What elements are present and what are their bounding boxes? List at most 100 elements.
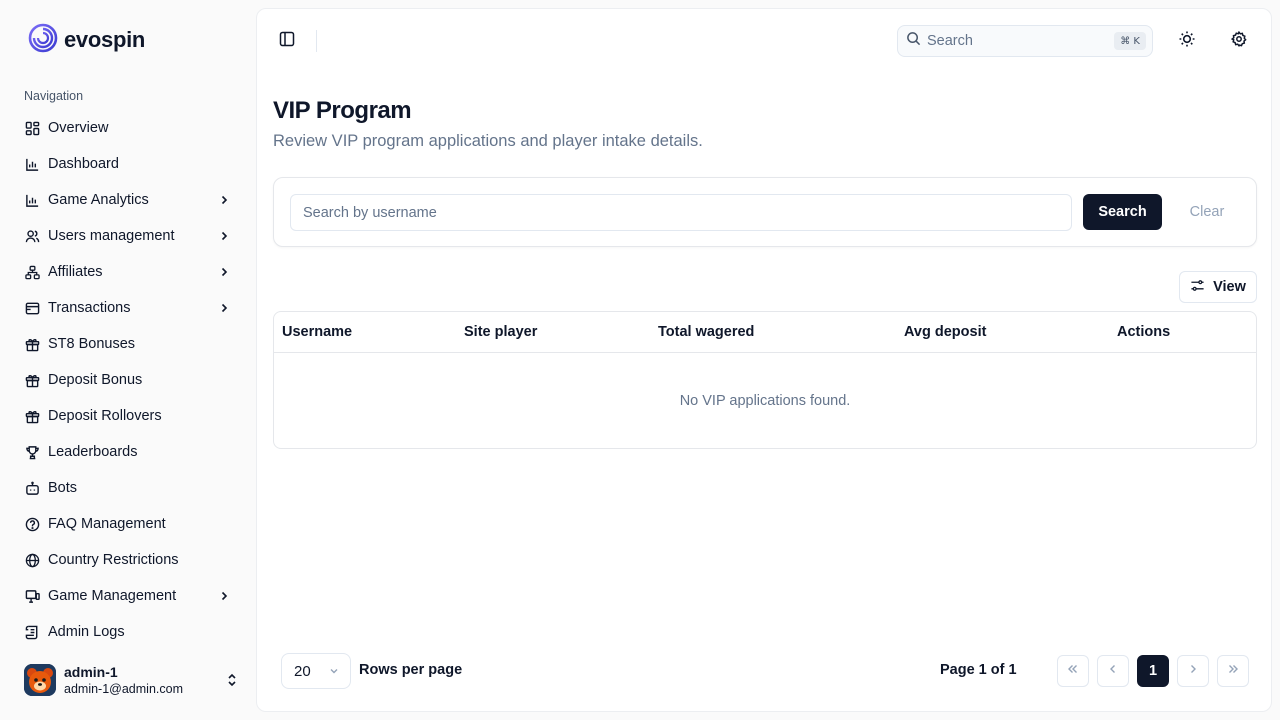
sidebar-item-label: Users management: [48, 228, 175, 244]
sidebar-item-affiliates[interactable]: Affiliates: [16, 254, 240, 290]
sidebar-item-game-management[interactable]: Game Management: [16, 578, 240, 614]
user-menu[interactable]: admin-1 admin-1@admin.com: [24, 662, 240, 698]
column-header-avg-deposit[interactable]: Avg deposit: [904, 324, 986, 340]
sliders-icon: [1190, 278, 1205, 297]
chevron-right-icon: [216, 228, 232, 244]
column-header-actions: Actions: [1117, 324, 1171, 340]
chevron-right-icon: [1186, 662, 1200, 681]
sidebar-item-label: Leaderboards: [48, 444, 138, 460]
theme-toggle-button[interactable]: [1173, 27, 1201, 55]
evospin-logo-icon: [28, 23, 58, 58]
sidebar-item-label: FAQ Management: [48, 516, 166, 532]
gift-icon: [24, 336, 40, 352]
brand-logo[interactable]: evospin: [28, 23, 146, 54]
column-header-username[interactable]: Username: [282, 324, 352, 340]
global-search-placeholder: Search: [927, 33, 973, 49]
page-button-current[interactable]: 1: [1137, 655, 1169, 687]
gear-icon: [1230, 30, 1247, 52]
search-shortcut: ⌘ K: [1114, 32, 1146, 50]
gift-icon: [24, 408, 40, 424]
sidebar-item-label: Country Restrictions: [48, 552, 179, 568]
scroll-icon: [24, 624, 40, 640]
sidebar-item-faq-management[interactable]: FAQ Management: [16, 506, 240, 542]
column-header-total-wagered[interactable]: Total wagered: [658, 324, 754, 340]
sidebar-item-users-management[interactable]: Users management: [16, 218, 240, 254]
sidebar-item-admin-logs[interactable]: Admin Logs: [16, 614, 240, 650]
vip-applications-table: Username Site player Total wagered Avg d…: [273, 311, 1257, 449]
sidebar-item-label: Transactions: [48, 300, 131, 316]
username-search-input[interactable]: [290, 194, 1072, 231]
chevron-right-icon: [216, 264, 232, 280]
network-icon: [24, 264, 40, 280]
bar-chart-icon: [24, 156, 40, 172]
main-panel: Search ⌘ K VIP Program Review VIP progra…: [256, 8, 1272, 712]
chevron-down-icon: [328, 665, 340, 677]
sidebar-item-deposit-rollovers[interactable]: Deposit Rollovers: [16, 398, 240, 434]
globe-icon: [24, 552, 40, 568]
sidebar-item-overview[interactable]: Overview: [16, 110, 240, 146]
chevron-right-icon: [216, 588, 232, 604]
chevron-left-icon: [1106, 662, 1120, 681]
page-title: VIP Program: [273, 97, 412, 124]
rows-per-page-select[interactable]: 20: [281, 653, 351, 689]
nav-list: Overview Dashboard Game Analytics Users …: [16, 110, 240, 650]
sidebar-item-label: ST8 Bonuses: [48, 336, 136, 352]
sidebar-toggle-button[interactable]: [273, 27, 301, 55]
chevrons-up-down-icon: [224, 672, 240, 688]
bar-chart-icon: [24, 192, 40, 208]
page-info: Page 1 of 1: [940, 662, 1017, 678]
rows-per-page-value: 20: [294, 662, 311, 680]
last-page-button[interactable]: [1217, 655, 1249, 687]
nav-heading: Navigation: [24, 89, 84, 103]
first-page-button[interactable]: [1057, 655, 1089, 687]
sidebar: evospin Navigation Overview Dashboard Ga…: [0, 0, 256, 720]
page-subtitle: Review VIP program applications and play…: [273, 132, 703, 150]
sun-icon: [1178, 30, 1196, 53]
brand-name: evospin: [64, 27, 146, 52]
sidebar-item-label: Dashboard: [48, 156, 119, 172]
sidebar-item-label: Game Analytics: [48, 192, 149, 208]
sidebar-item-label: Game Management: [48, 588, 177, 604]
settings-button[interactable]: [1225, 27, 1253, 55]
column-header-site-player[interactable]: Site player: [464, 324, 537, 340]
sidebar-item-st8-bonuses[interactable]: ST8 Bonuses: [16, 326, 240, 362]
previous-page-button[interactable]: [1097, 655, 1129, 687]
search-icon: [906, 31, 921, 51]
wallet-icon: [24, 300, 40, 316]
bot-icon: [24, 480, 40, 496]
chevrons-right-icon: [1226, 662, 1240, 681]
panel-left-icon: [279, 31, 295, 52]
user-info: admin-1 admin-1@admin.com: [64, 664, 224, 697]
chevron-right-icon: [216, 300, 232, 316]
filter-card: Search Clear: [273, 177, 1257, 247]
sidebar-item-transactions[interactable]: Transactions: [16, 290, 240, 326]
sidebar-item-country-restrictions[interactable]: Country Restrictions: [16, 542, 240, 578]
sidebar-item-leaderboards[interactable]: Leaderboards: [16, 434, 240, 470]
monitor-icon: [24, 588, 40, 604]
search-button[interactable]: Search: [1083, 194, 1162, 230]
sidebar-item-label: Deposit Rollovers: [48, 408, 162, 424]
sidebar-item-game-analytics[interactable]: Game Analytics: [16, 182, 240, 218]
sidebar-item-label: Bots: [48, 480, 78, 496]
rows-per-page-label: Rows per page: [359, 662, 463, 678]
clear-button[interactable]: Clear: [1172, 194, 1242, 230]
view-options-label: View: [1213, 279, 1246, 295]
header-divider: [316, 30, 317, 52]
chevron-right-icon: [216, 192, 232, 208]
users-icon: [24, 228, 40, 244]
global-search[interactable]: Search ⌘ K: [897, 25, 1153, 57]
view-options-button[interactable]: View: [1179, 271, 1257, 303]
sidebar-item-dashboard[interactable]: Dashboard: [16, 146, 240, 182]
sidebar-item-label: Admin Logs: [48, 624, 125, 640]
empty-state-message: No VIP applications found.: [679, 392, 851, 409]
sidebar-item-label: Affiliates: [48, 264, 103, 280]
grid-icon: [24, 120, 40, 136]
sidebar-item-label: Overview: [48, 120, 109, 136]
avatar: [24, 664, 56, 696]
user-email: admin-1@admin.com: [64, 681, 183, 696]
table-header: Username Site player Total wagered Avg d…: [274, 312, 1256, 353]
next-page-button[interactable]: [1177, 655, 1209, 687]
sidebar-item-deposit-bonus[interactable]: Deposit Bonus: [16, 362, 240, 398]
sidebar-item-bots[interactable]: Bots: [16, 470, 240, 506]
chevrons-left-icon: [1066, 662, 1080, 681]
